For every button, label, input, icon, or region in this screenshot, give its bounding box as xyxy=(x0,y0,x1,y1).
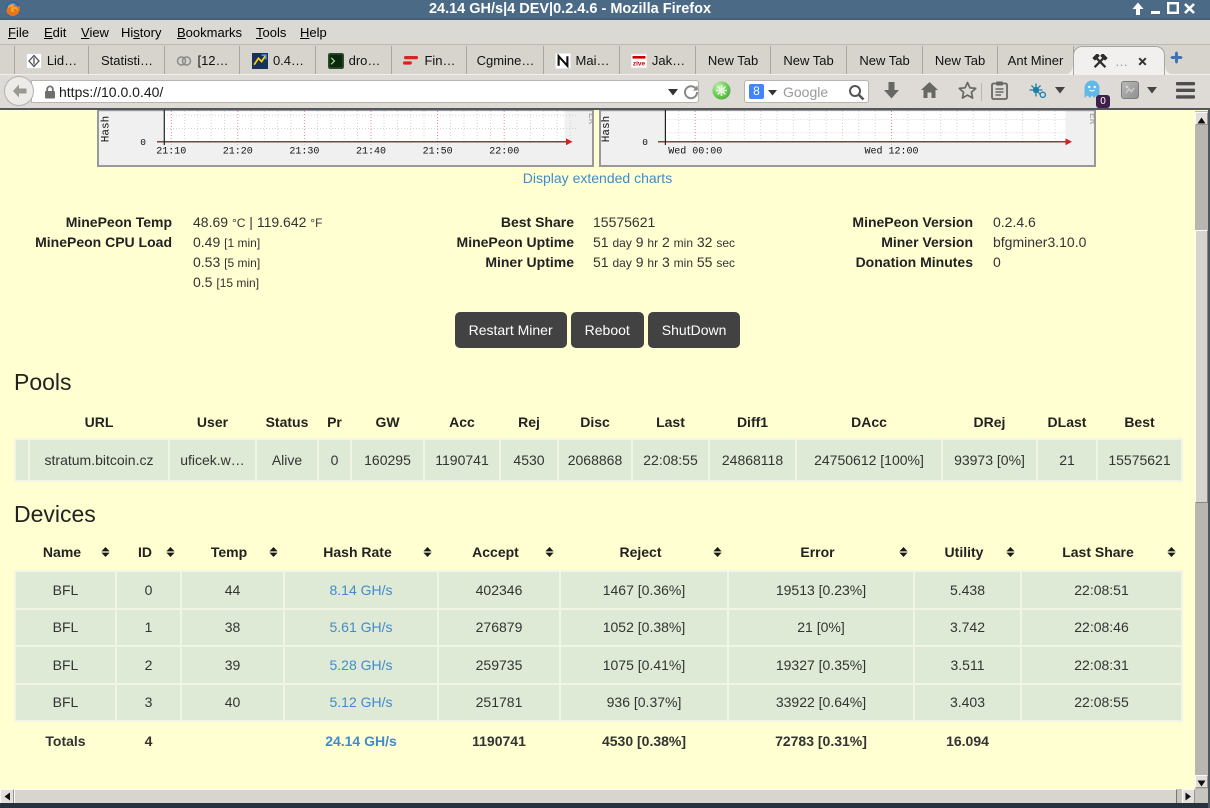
svg-text:21:30: 21:30 xyxy=(289,147,319,158)
svg-text:21:20: 21:20 xyxy=(223,147,253,158)
svg-text:21:50: 21:50 xyxy=(423,147,453,158)
svg-text:0: 0 xyxy=(140,137,146,148)
svg-text:21:10: 21:10 xyxy=(156,147,186,158)
svg-text:21:40: 21:40 xyxy=(356,147,386,158)
svg-text:ER: ER xyxy=(586,113,592,125)
svg-text:Hash: Hash xyxy=(601,116,613,142)
svg-text:ER: ER xyxy=(1087,113,1094,125)
svg-text:Wed 00:00: Wed 00:00 xyxy=(668,146,722,158)
svg-text:22:00: 22:00 xyxy=(489,147,519,158)
svg-text:Hash: Hash xyxy=(101,116,113,142)
svg-text:Wed 12:00: Wed 12:00 xyxy=(864,146,918,158)
svg-text:0: 0 xyxy=(642,137,648,148)
svg-text:zive: zive xyxy=(633,60,646,67)
